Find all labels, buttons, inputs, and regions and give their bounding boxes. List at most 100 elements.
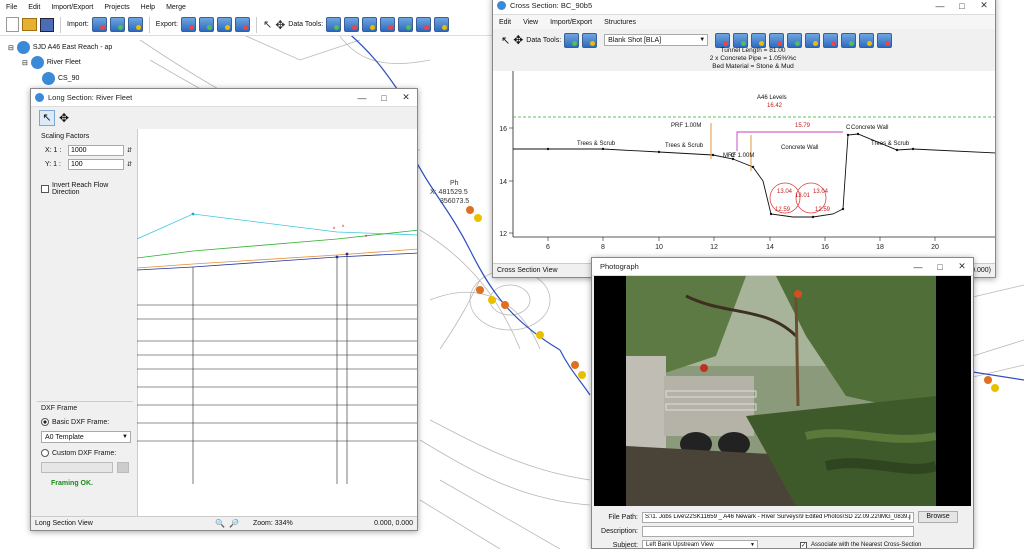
add-section-icon[interactable] <box>326 17 342 32</box>
photograph-window: Photograph — □ ✕ File Path: S:\1. Jobs L… <box>591 257 974 549</box>
description-input[interactable] <box>642 526 914 537</box>
menu-import-export[interactable]: Import/Export <box>51 4 93 11</box>
pan-move-icon[interactable]: ✥ <box>275 18 285 32</box>
tree-section[interactable]: CS_90 <box>42 72 79 85</box>
data-tools-label: Data Tools: <box>526 36 562 44</box>
level-tool-icon[interactable] <box>362 17 378 32</box>
tunnel-length-text: Tunnel Length = 81.00 <box>720 47 786 54</box>
maximize-button[interactable]: □ <box>929 262 951 272</box>
menu-merge[interactable]: Merge <box>166 4 186 11</box>
flip-section-icon[interactable] <box>841 32 857 48</box>
a46-levels-label: A46 Levels <box>757 95 787 101</box>
associate-checkbox[interactable]: ✓ <box>800 541 807 548</box>
select-pointer-icon[interactable]: ↖ <box>501 34 510 47</box>
close-button[interactable]: ✕ <box>973 0 995 11</box>
level-1579-label: 15.79 <box>795 123 811 129</box>
long-section-status: Long Section View <box>35 520 93 527</box>
minimize-button[interactable]: — <box>907 262 929 272</box>
cross-section-window: Cross Section: BC_90b5 — □ ✕ Edit View I… <box>492 0 996 278</box>
zoom-in-icon[interactable]: 🔍 <box>215 519 225 528</box>
export-dxf-icon[interactable] <box>216 17 232 32</box>
close-button[interactable]: ✕ <box>951 261 973 272</box>
pan-move-icon[interactable]: ✥ <box>59 111 69 125</box>
delete-point-icon[interactable] <box>380 17 396 32</box>
recalculate-icon[interactable] <box>877 32 893 48</box>
export-model-icon[interactable] <box>180 17 196 32</box>
file-path-input[interactable] <box>642 511 914 523</box>
close-button[interactable]: ✕ <box>395 92 417 103</box>
custom-frame-radio[interactable] <box>41 449 49 457</box>
save-icon[interactable] <box>40 17 54 32</box>
associate-label: Associate with the Nearest Cross-Section <box>811 542 922 548</box>
delete-point-icon[interactable] <box>715 32 731 48</box>
basic-frame-select[interactable]: A0 Template ▼ <box>41 431 131 443</box>
custom-frame-browse-button[interactable] <box>117 462 129 473</box>
menu-file[interactable]: File <box>6 4 17 11</box>
browse-button[interactable]: Browse <box>918 511 958 523</box>
add-point-icon[interactable] <box>564 32 580 48</box>
menu-projects[interactable]: Projects <box>104 4 129 11</box>
bank-marker-icon[interactable] <box>751 32 767 48</box>
invert-flow-checkbox[interactable] <box>41 185 49 193</box>
zoom-out-icon[interactable]: 🔎 <box>229 519 239 528</box>
long-section-canvas[interactable]: # ## <box>137 129 418 517</box>
open-folder-icon[interactable] <box>22 18 37 31</box>
menu-edit[interactable]: Edit <box>499 19 511 26</box>
minimize-button[interactable]: — <box>351 93 373 103</box>
x-scale-input[interactable] <box>68 145 124 156</box>
new-file-icon[interactable] <box>6 17 19 32</box>
zoom-level[interactable]: Zoom: 334% <box>253 520 353 527</box>
minimize-button[interactable]: — <box>929 1 951 11</box>
cross-section-plot[interactable]: 6 8 10 12 14 16 18 20 16 14 12 A46 Level… <box>493 71 996 265</box>
tree-root[interactable]: ⊟ SJD A46 East Reach - ap <box>8 41 112 54</box>
menu-help[interactable]: Help <box>141 4 155 11</box>
culvert-icon[interactable] <box>787 32 803 48</box>
maximize-button[interactable]: □ <box>373 93 395 103</box>
description-label: Description: <box>601 528 638 535</box>
depth-label-3: 13.01 <box>795 193 811 199</box>
link-section-icon[interactable] <box>416 17 432 32</box>
photo-link-icon[interactable] <box>823 32 839 48</box>
select-pointer-icon[interactable]: ↖ <box>263 18 272 31</box>
long-section-title: Long Section: River Fleet <box>48 93 133 102</box>
edit-section-icon[interactable] <box>344 17 360 32</box>
depth-label-1: 13.04 <box>777 189 793 195</box>
export-sections-icon[interactable] <box>198 17 214 32</box>
project-icon <box>16 41 30 54</box>
menu-view[interactable]: View <box>523 19 538 26</box>
import-survey-icon[interactable] <box>91 17 107 32</box>
y-scale-spinner[interactable]: ⇵ <box>127 161 132 168</box>
site-photo[interactable] <box>626 276 936 506</box>
maximize-button[interactable]: □ <box>951 1 973 11</box>
trees-scrub-label-1: Trees & Scrub <box>577 141 616 147</box>
shot-code-select[interactable]: Blank Shot [BLA] ▼ <box>604 34 709 46</box>
custom-frame-path[interactable] <box>41 462 113 473</box>
import-points-icon[interactable] <box>109 17 125 32</box>
import-dxf-icon[interactable] <box>127 17 143 32</box>
select-pointer-icon[interactable]: ↖ <box>39 110 55 126</box>
shot-code-value: Blank Shot [BLA] <box>608 36 662 44</box>
edit-level-icon[interactable] <box>859 32 875 48</box>
bridge-icon[interactable] <box>805 32 821 48</box>
photograph-title: Photograph <box>600 262 639 271</box>
x-scale-spinner[interactable]: ⇵ <box>127 147 132 154</box>
level-marker-icon[interactable] <box>582 32 598 48</box>
menu-import-export[interactable]: Import/Export <box>550 19 592 26</box>
export-csv-icon[interactable] <box>234 17 250 32</box>
y-scale-input[interactable] <box>68 159 124 170</box>
basic-frame-radio[interactable] <box>41 418 49 426</box>
window-icon <box>497 1 506 10</box>
scaling-factors-label: Scaling Factors <box>41 133 90 140</box>
tree-reach[interactable]: ⊟ River Fleet <box>22 56 81 69</box>
structure-icon[interactable] <box>769 32 785 48</box>
pan-move-icon[interactable]: ✥ <box>513 33 523 47</box>
long-section-statusbar: Long Section View 🔍 🔎 Zoom: 334% 0.000, … <box>31 516 417 530</box>
measure-tool-icon[interactable] <box>398 17 414 32</box>
settings-tool-icon[interactable] <box>434 17 450 32</box>
chevron-down-icon: ▼ <box>750 542 755 548</box>
x-tick-8: 8 <box>601 244 605 251</box>
menu-structures[interactable]: Structures <box>604 19 636 26</box>
subject-select[interactable]: Left Bank Upstream View ▼ <box>642 540 758 548</box>
menu-edit[interactable]: Edit <box>28 4 40 11</box>
insert-point-icon[interactable] <box>733 32 749 48</box>
